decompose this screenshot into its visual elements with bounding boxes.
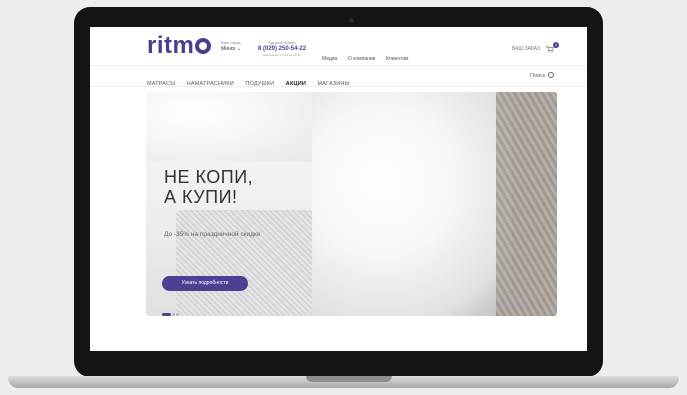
main-nav: МАТРАСЫ НАМАТРАСНИКИ ПОДУШКИ АКЦИИ МАГАЗ… (147, 72, 357, 90)
headline-line-2: А КУПИ! (164, 187, 238, 207)
phone-block: Единый номер 8 (029) 250-54-22 Ежедневно… (258, 40, 306, 57)
pillow-image (146, 92, 312, 162)
slider-dots (162, 303, 180, 316)
top-links: Медиа О компании Клиентам (322, 47, 415, 65)
cart-count-badge: 0 (553, 42, 559, 48)
slider-dot-2[interactable] (172, 313, 175, 316)
search-icon (548, 72, 555, 78)
link-about[interactable]: О компании (348, 56, 376, 62)
camera-dot (349, 18, 354, 23)
chevron-down-icon: ⌄ (236, 46, 242, 52)
logo-circle-icon (195, 38, 212, 54)
divider (90, 86, 587, 87)
phone-number[interactable]: 8 (029) 250-54-22 (258, 46, 306, 52)
city-label: Ваш город (221, 40, 241, 45)
hero-banner: НЕ КОПИ, А КУПИ! До -35% на праздничной … (146, 92, 557, 316)
search-button[interactable]: Поиск (530, 72, 555, 79)
slider-dot-1[interactable] (162, 313, 171, 316)
search-label: Поиск (530, 73, 546, 79)
headline-line-1: НЕ КОПИ, (164, 167, 254, 187)
bed-sheet-image (312, 92, 512, 316)
cart-icon[interactable] (546, 46, 554, 53)
knit-blanket-image (496, 92, 557, 316)
link-clients[interactable]: Клиентам (386, 56, 409, 62)
browser-screen: ritm Ваш город Минск ⌄ Единый номер 8 (0… (90, 27, 587, 351)
logo[interactable]: ritm (147, 32, 212, 60)
city-selector[interactable]: Ваш город Минск ⌄ (221, 40, 241, 52)
hero-subtext: До -35% на праздничной скидке (164, 231, 261, 238)
site-header: ritm Ваш город Минск ⌄ Единый номер 8 (0… (90, 27, 587, 65)
learn-more-button[interactable]: Узнать подробности (162, 276, 248, 291)
logo-text: ritm (147, 32, 195, 59)
city-value: Минск ⌄ (221, 46, 242, 52)
laptop-notch (306, 376, 392, 382)
mattress-image (176, 210, 312, 316)
slider-dot-3[interactable] (176, 313, 179, 316)
phone-note: Ежедневно с 9:00 до 21:00 (263, 53, 301, 57)
order-label[interactable]: ВАШ ЗАКАЗ (512, 46, 540, 52)
phone-label: Единый номер (268, 40, 296, 45)
divider (90, 65, 587, 66)
link-media[interactable]: Медиа (322, 56, 337, 62)
hero-headline: НЕ КОПИ, А КУПИ! (164, 167, 253, 207)
